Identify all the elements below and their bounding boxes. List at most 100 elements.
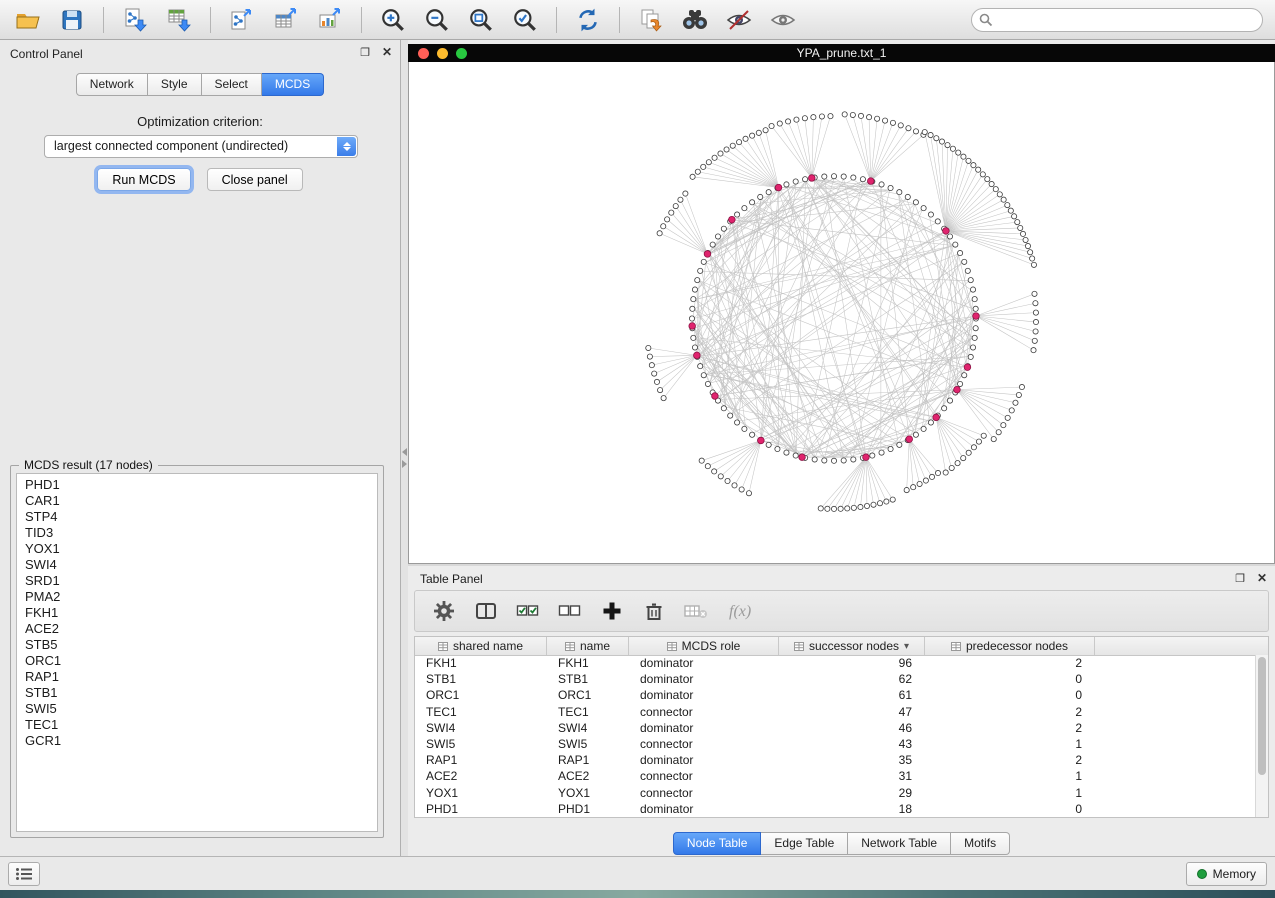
mcds-result-item[interactable]: SRD1 bbox=[17, 573, 377, 589]
table-cell: 0 bbox=[925, 801, 1095, 817]
mcds-result-item[interactable]: RAP1 bbox=[17, 669, 377, 685]
show-log-button[interactable] bbox=[8, 862, 40, 886]
tab-style[interactable]: Style bbox=[148, 73, 202, 96]
splitter-collapse-icon[interactable] bbox=[402, 448, 407, 456]
tab-node-table[interactable]: Node Table bbox=[673, 832, 762, 855]
criterion-dropdown[interactable]: largest connected component (undirected) bbox=[44, 135, 358, 158]
delete-table-button[interactable] bbox=[683, 598, 709, 624]
column-header-predecessor-nodes[interactable]: predecessor nodes bbox=[925, 637, 1095, 655]
tab-mcds[interactable]: MCDS bbox=[262, 73, 324, 96]
tab-network[interactable]: Network bbox=[76, 73, 148, 96]
table-cell: 0 bbox=[925, 671, 1095, 687]
mcds-result-item[interactable]: ACE2 bbox=[17, 621, 377, 637]
tab-select[interactable]: Select bbox=[202, 73, 262, 96]
refresh-view-button[interactable] bbox=[570, 5, 606, 35]
splitter-expand-icon[interactable] bbox=[402, 460, 407, 468]
import-network-icon bbox=[122, 7, 148, 33]
table-cell: SWI4 bbox=[547, 720, 629, 736]
column-header-name[interactable]: name bbox=[547, 637, 629, 655]
table-row[interactable]: FKH1FKH1dominator962 bbox=[415, 655, 1255, 671]
close-traffic-light[interactable] bbox=[418, 48, 429, 59]
mcds-result-item[interactable]: GCR1 bbox=[17, 733, 377, 749]
mcds-result-item[interactable]: TID3 bbox=[17, 525, 377, 541]
export-network-button[interactable] bbox=[224, 5, 260, 35]
show-column-button[interactable] bbox=[473, 598, 499, 624]
mcds-result-item[interactable]: STB5 bbox=[17, 637, 377, 653]
table-row[interactable]: YOX1YOX1connector291 bbox=[415, 785, 1255, 801]
table-row[interactable]: PHD1PHD1dominator180 bbox=[415, 801, 1255, 817]
zoom-in-button[interactable] bbox=[375, 5, 411, 35]
table-row[interactable]: STB1STB1dominator620 bbox=[415, 671, 1255, 687]
mcds-result-item[interactable]: TEC1 bbox=[17, 717, 377, 733]
table-cell: 62 bbox=[779, 671, 925, 687]
float-table-panel-icon[interactable] bbox=[1233, 571, 1247, 585]
tab-edge-table[interactable]: Edge Table bbox=[761, 832, 848, 855]
add-column-button[interactable] bbox=[599, 598, 625, 624]
zoom-selected-button[interactable] bbox=[507, 5, 543, 35]
table-cell bbox=[1095, 752, 1255, 768]
table-cell: 1 bbox=[925, 768, 1095, 784]
save-session-button[interactable] bbox=[54, 5, 90, 35]
network-window-titlebar[interactable]: YPA_prune.txt_1 bbox=[408, 44, 1275, 62]
minimize-traffic-light[interactable] bbox=[437, 48, 448, 59]
column-header-mcds-role[interactable]: MCDS role bbox=[629, 637, 779, 655]
mcds-result-item[interactable]: PHD1 bbox=[17, 477, 377, 493]
sort-desc-icon[interactable] bbox=[904, 637, 909, 655]
zoom-fit-button[interactable] bbox=[463, 5, 499, 35]
table-row[interactable]: ORC1ORC1dominator610 bbox=[415, 687, 1255, 703]
mcds-result-item[interactable]: PMA2 bbox=[17, 589, 377, 605]
mcds-result-item[interactable]: SWI4 bbox=[17, 557, 377, 573]
maximize-traffic-light[interactable] bbox=[456, 48, 467, 59]
mcds-result-item[interactable]: STP4 bbox=[17, 509, 377, 525]
table-settings-button[interactable] bbox=[431, 598, 457, 624]
export-table-button[interactable] bbox=[268, 5, 304, 35]
close-table-panel-icon[interactable] bbox=[1255, 571, 1269, 585]
float-panel-icon[interactable] bbox=[358, 45, 372, 59]
memory-status-icon bbox=[1197, 869, 1207, 879]
tab-motifs[interactable]: Motifs bbox=[951, 832, 1010, 855]
mcds-result-item[interactable]: ORC1 bbox=[17, 653, 377, 669]
table-panel: Table Panel bbox=[408, 566, 1275, 856]
column-header-filler bbox=[1095, 637, 1268, 655]
column-header-shared-name[interactable]: shared name bbox=[415, 637, 547, 655]
table-row[interactable]: SWI5SWI5connector431 bbox=[415, 736, 1255, 752]
mcds-result-item[interactable]: YOX1 bbox=[17, 541, 377, 557]
column-header-successor-nodes[interactable]: successor nodes bbox=[779, 637, 925, 655]
table-cell: 2 bbox=[925, 720, 1095, 736]
mcds-result-list[interactable]: PHD1CAR1STP4TID3YOX1SWI4SRD1PMA2FKH1ACE2… bbox=[16, 473, 378, 832]
vertical-splitter[interactable] bbox=[401, 40, 408, 856]
table-row[interactable]: RAP1RAP1dominator352 bbox=[415, 752, 1255, 768]
deselect-all-rows-button[interactable] bbox=[557, 598, 583, 624]
copy-document-button[interactable] bbox=[633, 5, 669, 35]
network-canvas[interactable] bbox=[408, 62, 1275, 564]
delete-column-button[interactable] bbox=[641, 598, 667, 624]
memory-button[interactable]: Memory bbox=[1186, 862, 1267, 886]
zoom-out-button[interactable] bbox=[419, 5, 455, 35]
mcds-result-item[interactable]: FKH1 bbox=[17, 605, 377, 621]
run-mcds-button[interactable]: Run MCDS bbox=[97, 168, 190, 191]
mcds-result-item[interactable]: SWI5 bbox=[17, 701, 377, 717]
import-table-button[interactable] bbox=[161, 5, 197, 35]
table-row[interactable]: SWI4SWI4dominator462 bbox=[415, 720, 1255, 736]
close-panel-button[interactable]: Close panel bbox=[207, 168, 303, 191]
tab-network-table[interactable]: Network Table bbox=[848, 832, 951, 855]
import-network-button[interactable] bbox=[117, 5, 153, 35]
binoculars-search-button[interactable] bbox=[677, 5, 713, 35]
table-row[interactable]: ACE2ACE2connector311 bbox=[415, 768, 1255, 784]
close-panel-icon[interactable] bbox=[380, 45, 394, 59]
birds-eye-view-button[interactable] bbox=[765, 5, 801, 35]
table-row[interactable]: TEC1TEC1connector472 bbox=[415, 704, 1255, 720]
table-scrollbar-thumb[interactable] bbox=[1258, 657, 1266, 775]
table-scrollbar[interactable] bbox=[1255, 655, 1268, 817]
toggle-graphics-details-button[interactable] bbox=[721, 5, 757, 35]
open-session-button[interactable] bbox=[10, 5, 46, 35]
table-cell: 61 bbox=[779, 687, 925, 703]
mcds-result-item[interactable]: CAR1 bbox=[17, 493, 377, 509]
select-all-rows-button[interactable] bbox=[515, 598, 541, 624]
search-input[interactable] bbox=[971, 8, 1263, 32]
function-builder-button[interactable]: f(x) bbox=[725, 598, 765, 624]
optimization-criterion-label: Optimization criterion: bbox=[0, 114, 400, 129]
mcds-result-item[interactable]: STB1 bbox=[17, 685, 377, 701]
export-image-button[interactable] bbox=[312, 5, 348, 35]
network-graph[interactable] bbox=[409, 62, 1274, 563]
